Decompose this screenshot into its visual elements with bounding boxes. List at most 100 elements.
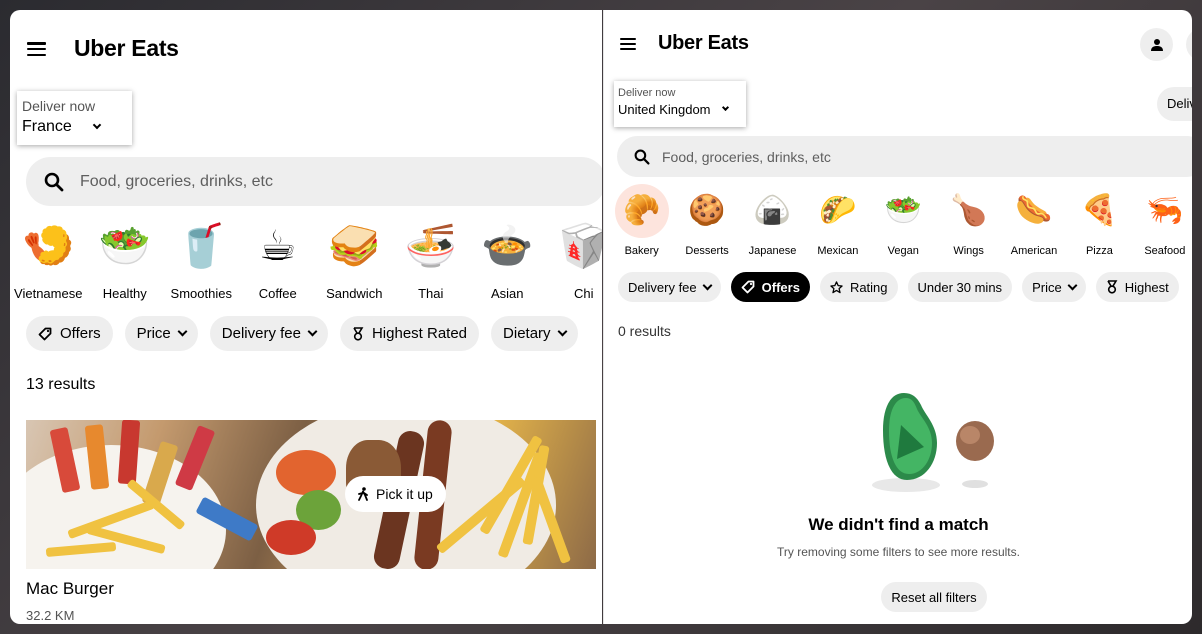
- category-healthy[interactable]: 🥗 Healthy: [87, 215, 164, 301]
- user-icon: [1150, 38, 1163, 51]
- category-japanese[interactable]: 🍙 Japanese: [740, 184, 805, 257]
- deliver-selector[interactable]: Deliver now United Kingdom: [614, 81, 746, 127]
- menu-icon[interactable]: [27, 42, 46, 56]
- results-count: 0 results: [618, 323, 671, 339]
- deliver-label: Deliver now: [22, 98, 96, 114]
- empty-state-subtitle: Try removing some filters to see more re…: [777, 545, 1020, 559]
- filter-chip-label: Price: [1032, 279, 1062, 295]
- store-name[interactable]: Mac Burger: [26, 579, 114, 599]
- category-image: 🥐: [614, 184, 669, 238]
- category-coffee[interactable]: ☕ Coffee: [240, 215, 317, 301]
- category-label: Bakery: [624, 245, 659, 257]
- filter-chip-rating[interactable]: Rating: [819, 272, 898, 302]
- account-button[interactable]: [1140, 28, 1173, 61]
- search-icon: [44, 172, 64, 191]
- uber-eats-logo[interactable]: Uber Eats: [74, 35, 179, 62]
- ribbon-icon: [1106, 280, 1118, 294]
- search-input[interactable]: Food, groceries, drinks, etc: [617, 136, 1192, 177]
- deliver-location[interactable]: United Kingdom: [618, 102, 746, 117]
- deliver-location-value: United Kingdom: [618, 102, 711, 117]
- filter-chip-under-30-mins[interactable]: Under 30 mins: [907, 272, 1013, 302]
- category-label: Healthy: [102, 286, 147, 301]
- category-image: 🍜: [404, 221, 457, 270]
- category-label: Asian: [490, 286, 524, 301]
- chevron-down-icon: [92, 120, 102, 130]
- category-label: Vegan: [887, 245, 919, 257]
- delivery-toggle[interactable]: Deliv: [1157, 87, 1192, 121]
- filter-chip-price[interactable]: Price: [1022, 272, 1086, 302]
- store-image[interactable]: Pick it up: [26, 420, 596, 569]
- filter-chip-label: Delivery fee: [221, 325, 301, 342]
- filter-chip-delivery-fee[interactable]: Delivery fee: [209, 316, 328, 351]
- filter-chip-label: Delivery fee: [628, 279, 697, 295]
- category-image: 🥡: [557, 221, 602, 270]
- category-mexican[interactable]: 🌮 Mexican: [805, 184, 870, 257]
- pick-it-up-badge[interactable]: Pick it up: [345, 476, 446, 512]
- filter-chip-label: Offers: [60, 325, 101, 342]
- category-vegan[interactable]: 🥗 Vegan: [871, 184, 936, 257]
- category-label: American: [1010, 245, 1058, 257]
- category-image: 🍕: [1080, 193, 1119, 228]
- chevron-down-icon: [557, 326, 567, 337]
- filter-chip-delivery-fee[interactable]: Delivery fee: [618, 272, 721, 302]
- category-wings[interactable]: 🍗 Wings: [936, 184, 1001, 257]
- store-distance: 32.2 KM: [26, 608, 75, 623]
- pick-it-up-label: Pick it up: [376, 486, 433, 502]
- menu-icon[interactable]: [620, 38, 636, 50]
- empty-state-title: We didn't find a match: [808, 515, 989, 534]
- category-label: Vietnamese: [14, 286, 83, 301]
- cart-button[interactable]: [1186, 28, 1192, 61]
- filter-chip-dietary[interactable]: Dietary: [491, 316, 578, 351]
- category-carousel: 🥐 Bakery 🍪 Desserts 🍙 Japanese 🌮 Mexican 🥗 Vegan 🍗…: [609, 184, 1192, 257]
- category-asian[interactable]: 🍲 Asian: [469, 215, 546, 301]
- filter-chip-price[interactable]: Price: [124, 316, 198, 351]
- left-browser-panel: Uber Eats Deliver now France Food, groce…: [10, 10, 602, 624]
- category-pizza[interactable]: 🍕 Pizza: [1067, 184, 1132, 257]
- category-image: ☕: [258, 221, 297, 270]
- search-input[interactable]: Food, groceries, drinks, etc: [26, 157, 602, 206]
- filter-chips: Delivery fee Offers Rating Under 30 mins Pri…: [618, 272, 1179, 302]
- category-image: 🍙: [753, 193, 792, 228]
- filter-chips: Offers Price Delivery fee Highest Rated Diet…: [26, 316, 578, 351]
- category-image: 🦐: [1146, 193, 1184, 228]
- category-image: 🌮: [819, 193, 857, 228]
- category-chi[interactable]: 🥡 Chi: [546, 215, 602, 301]
- filter-chip-label: Highest: [1124, 279, 1169, 295]
- category-image: 🥤: [175, 221, 228, 270]
- category-desserts[interactable]: 🍪 Desserts: [674, 184, 739, 257]
- category-sandwich[interactable]: 🥪 Sandwich: [316, 215, 393, 301]
- category-seafood[interactable]: 🦐 Seafood: [1132, 184, 1192, 257]
- category-label: Thai: [418, 286, 444, 301]
- category-label: Coffee: [258, 286, 297, 301]
- filter-chip-highest[interactable]: Highest: [1095, 272, 1179, 302]
- chevron-down-icon: [702, 280, 713, 290]
- ribbon-icon: [352, 326, 364, 341]
- deliver-location[interactable]: France: [22, 118, 132, 136]
- filter-chip-label: Dietary: [503, 325, 551, 342]
- category-image: 🌭: [1015, 193, 1053, 228]
- category-american[interactable]: 🌭 American: [1001, 184, 1066, 257]
- uber-eats-logo[interactable]: Uber Eats: [658, 32, 749, 55]
- category-label: Japanese: [748, 245, 797, 257]
- category-bakery[interactable]: 🥐 Bakery: [609, 184, 674, 257]
- category-label: Seafood: [1144, 245, 1186, 257]
- tag-icon: [38, 327, 52, 341]
- category-vietnamese[interactable]: 🍤 Vietnamese: [10, 215, 87, 301]
- category-label: Pizza: [1085, 245, 1113, 257]
- category-image: 🍤: [22, 221, 75, 270]
- category-image: 🍗: [949, 193, 988, 228]
- deliver-selector[interactable]: Deliver now France: [17, 91, 132, 145]
- filter-chip-label: Offers: [761, 279, 800, 295]
- right-browser-panel: Uber Eats Deliver now United Kingdom Del…: [603, 10, 1192, 624]
- filter-chip-highest-rated[interactable]: Highest Rated: [339, 316, 480, 351]
- filter-chip-offers[interactable]: Offers: [730, 272, 810, 302]
- star-icon: [830, 280, 843, 294]
- deliver-location-value: France: [22, 118, 72, 135]
- category-label: Mexican: [817, 245, 859, 257]
- category-thai[interactable]: 🍜 Thai: [393, 215, 470, 301]
- reset-all-filters-button[interactable]: Reset all filters: [881, 582, 987, 612]
- chevron-down-icon: [721, 103, 729, 112]
- category-smoothies[interactable]: 🥤 Smoothies: [163, 215, 240, 301]
- filter-chip-offers[interactable]: Offers: [26, 316, 113, 351]
- search-placeholder: Food, groceries, drinks, etc: [80, 172, 273, 190]
